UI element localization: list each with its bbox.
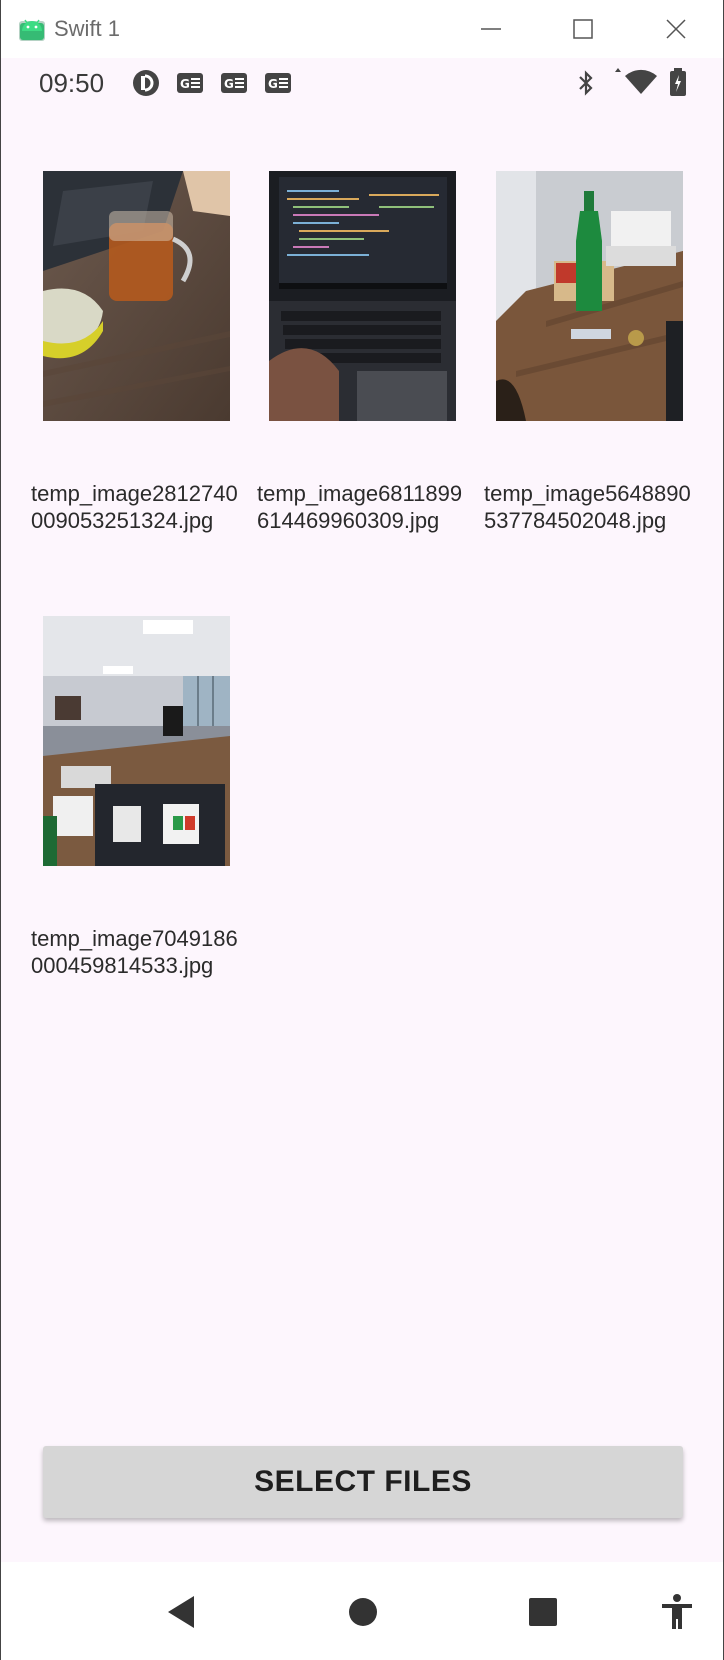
svg-text:G: G	[224, 77, 234, 91]
title-bar: Swift 1	[1, 0, 723, 58]
status-clock: 09:50	[39, 68, 105, 98]
window-title: Swift 1	[54, 16, 121, 41]
accessibility-icon	[662, 1594, 692, 1629]
select-files-button[interactable]: SELECT FILES	[43, 1446, 683, 1518]
pocket-casts-icon	[132, 69, 160, 102]
recents-button[interactable]	[521, 1590, 565, 1634]
minimize-icon	[481, 28, 501, 30]
android-icon	[19, 17, 45, 41]
status-bar: 09:50 G G G	[1, 58, 723, 106]
photo-image	[43, 171, 230, 421]
file-thumbnail[interactable]	[496, 171, 683, 421]
file-name-label: temp_image7049186000459814533.jpg	[31, 926, 238, 978]
svg-text:G: G	[268, 77, 278, 91]
recents-icon	[529, 1598, 557, 1626]
file-thumbnail[interactable]	[43, 171, 230, 421]
close-icon	[666, 19, 686, 39]
photo-image	[496, 171, 683, 421]
navigation-bar	[1, 1562, 723, 1660]
bluetooth-icon	[576, 70, 596, 101]
file-thumbnail[interactable]	[43, 616, 230, 866]
battery-charging-icon	[670, 68, 686, 101]
svg-text:G: G	[180, 77, 190, 91]
file-thumbnail[interactable]	[269, 171, 456, 421]
file-name-label: temp_image2812740009053251324.jpg	[31, 481, 238, 533]
game-icon: G	[177, 73, 203, 98]
maximize-icon	[573, 19, 593, 39]
maximize-button[interactable]	[563, 10, 603, 48]
file-name-label: temp_image6811899614469960309.jpg	[257, 481, 463, 533]
back-icon	[168, 1596, 194, 1628]
accessibility-button[interactable]	[655, 1590, 699, 1634]
game-icon: G	[221, 73, 247, 98]
back-button[interactable]	[159, 1590, 203, 1634]
close-button[interactable]	[656, 10, 696, 48]
file-name-label: temp_image5648890537784502048.jpg	[484, 481, 691, 533]
photo-image	[269, 171, 456, 421]
photo-image	[43, 616, 230, 866]
home-button[interactable]	[341, 1590, 385, 1634]
app-window: Swift 1 09:50 G G G temp_image2812740009…	[0, 0, 724, 1660]
minimize-button[interactable]	[471, 10, 511, 48]
home-icon	[349, 1598, 377, 1626]
game-icon: G	[265, 73, 291, 98]
wifi-icon	[613, 68, 659, 101]
